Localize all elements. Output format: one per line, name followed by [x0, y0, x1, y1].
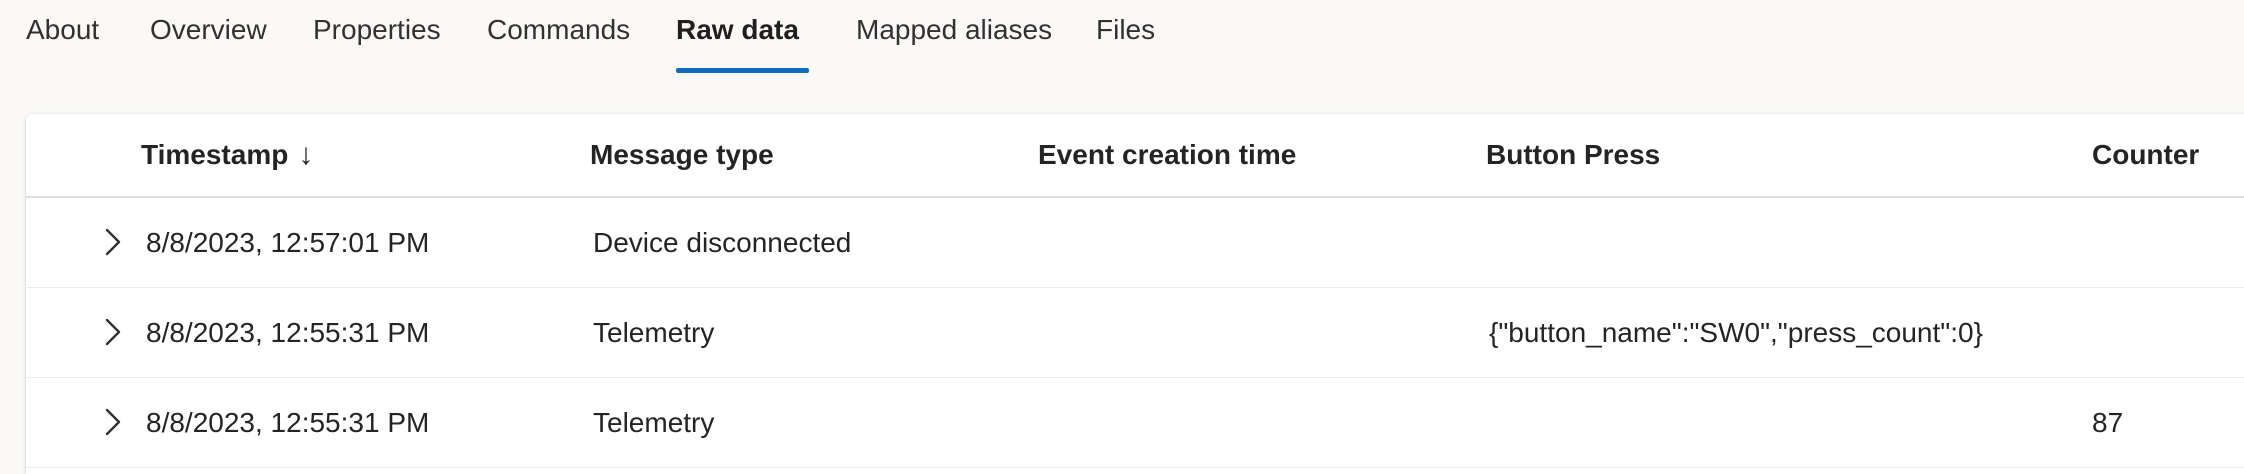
cell-timestamp: 8/8/2023, 12:55:31 PM — [146, 407, 430, 438]
tab-raw-data[interactable]: Raw data — [676, 0, 799, 74]
table-row[interactable]: 8/8/2023, 12:55:31 PM Telemetry {"button… — [26, 288, 2244, 378]
table-header: Timestamp ↓ Message type Event creation t… — [26, 114, 2244, 198]
chevron-right-icon[interactable] — [98, 317, 128, 347]
tab-commands[interactable]: Commands — [487, 0, 630, 74]
tab-properties[interactable]: Properties — [313, 0, 441, 74]
cell-timestamp: 8/8/2023, 12:57:01 PM — [146, 227, 430, 258]
column-header-label: Timestamp — [141, 139, 289, 170]
chevron-right-icon[interactable] — [98, 407, 128, 437]
tab-bar: About Overview Properties Commands Raw d… — [0, 0, 2244, 76]
cell-message-type: Telemetry — [593, 317, 715, 348]
cell-message-type: Device disconnected — [593, 227, 852, 258]
table-row[interactable]: 8/8/2023, 12:55:31 PM Telemetry 87 — [26, 378, 2244, 468]
cell-button-press: {"button_name":"SW0","press_count":0} — [1489, 317, 1983, 348]
table-row[interactable]: 8/8/2023, 12:57:01 PM Device disconnecte… — [26, 198, 2244, 288]
sort-descending-icon[interactable]: ↓ — [298, 114, 313, 196]
raw-data-table: Timestamp ↓ Message type Event creation t… — [26, 114, 2244, 474]
active-tab-indicator — [676, 68, 809, 73]
cell-counter: 87 — [2092, 407, 2124, 438]
column-header-counter[interactable]: Counter — [2092, 114, 2199, 196]
cell-message-type: Telemetry — [593, 407, 715, 438]
column-header-message-type[interactable]: Message type — [590, 114, 774, 196]
cell-timestamp: 8/8/2023, 12:55:31 PM — [146, 317, 430, 348]
column-header-button-press[interactable]: Button Press — [1486, 114, 1660, 196]
tab-mapped-aliases[interactable]: Mapped aliases — [856, 0, 1052, 74]
chevron-right-icon[interactable] — [98, 227, 128, 257]
tab-files[interactable]: Files — [1096, 0, 1155, 74]
column-header-event-creation-time[interactable]: Event creation time — [1038, 114, 1296, 196]
tab-overview[interactable]: Overview — [150, 0, 267, 74]
column-header-timestamp[interactable]: Timestamp ↓ — [141, 114, 313, 196]
tab-about[interactable]: About — [26, 0, 99, 74]
